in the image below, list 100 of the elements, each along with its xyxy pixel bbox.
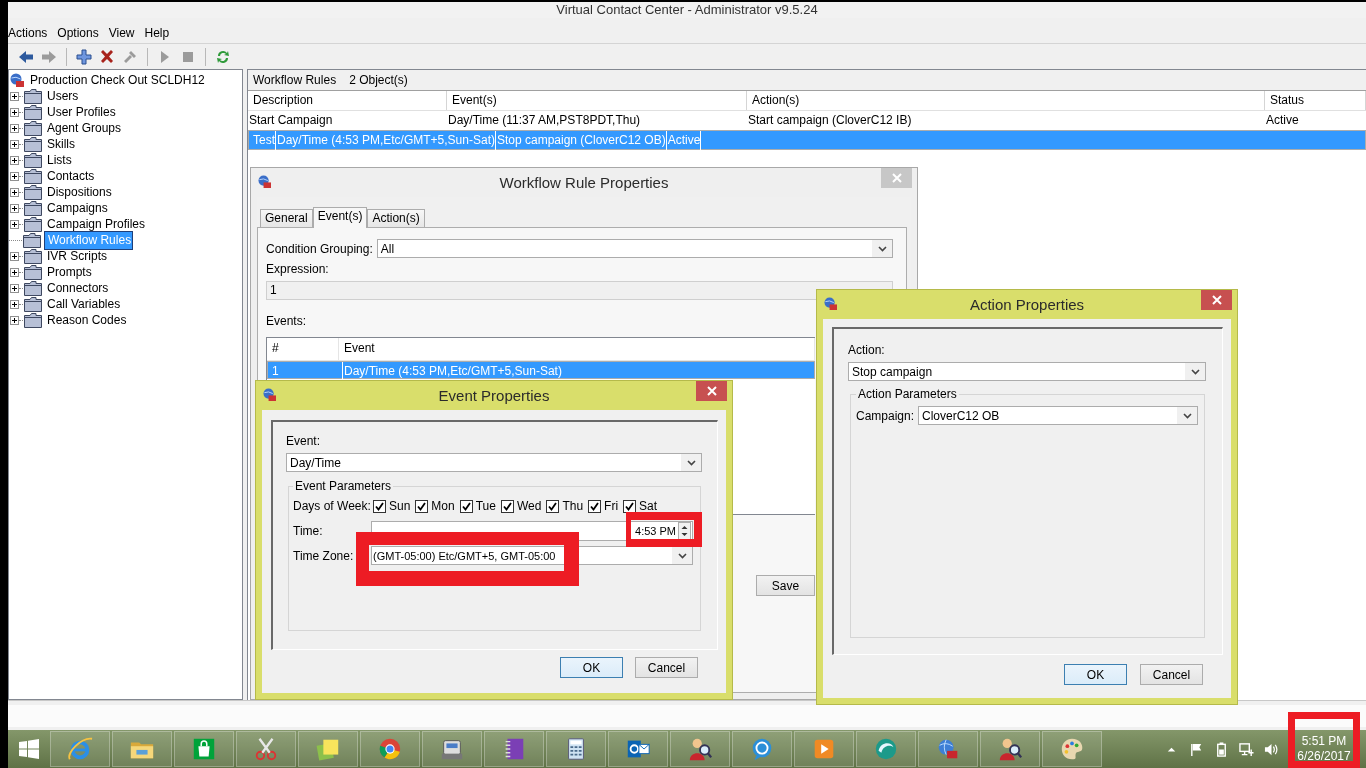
folder-icon <box>24 88 42 104</box>
menu-item[interactable]: Actions <box>8 24 52 41</box>
tree-item[interactable]: Skills <box>45 136 77 152</box>
tree-item[interactable]: IVR Scripts <box>45 248 109 264</box>
menu-item[interactable]: Options <box>53 24 103 41</box>
taskbar-button[interactable] <box>980 731 1040 767</box>
battery-icon[interactable] <box>1214 741 1229 757</box>
taskbar-button[interactable] <box>608 731 668 767</box>
tab[interactable]: Action(s) <box>367 209 425 227</box>
tab[interactable]: General <box>260 209 313 227</box>
taskbar-button[interactable] <box>732 731 792 767</box>
dialog-button[interactable]: OK <box>1064 664 1127 685</box>
taskbar-button[interactable] <box>360 731 420 767</box>
clock-time: 5:51 PM <box>1301 734 1347 749</box>
tree-item[interactable]: Contacts <box>45 168 97 184</box>
checkbox[interactable] <box>459 499 473 513</box>
dialog-button[interactable]: OK <box>560 657 623 678</box>
dialog-button[interactable]: Cancel <box>1140 664 1203 685</box>
expand-icon[interactable] <box>10 139 19 149</box>
tree-item[interactable]: User Profiles <box>45 104 118 120</box>
taskbar-button[interactable] <box>422 731 482 767</box>
checkbox[interactable] <box>415 499 429 513</box>
column-header[interactable]: Status <box>1265 91 1366 110</box>
tree-item[interactable]: Call Variables <box>45 296 123 312</box>
tab[interactable]: Event(s) <box>312 207 368 228</box>
expand-icon[interactable] <box>10 107 19 117</box>
taskbar-button[interactable] <box>918 731 978 767</box>
expand-icon[interactable] <box>10 187 19 197</box>
expand-icon[interactable] <box>10 203 19 213</box>
expand-icon[interactable] <box>10 171 19 181</box>
expand-icon[interactable] <box>10 155 19 165</box>
checkbox[interactable] <box>373 499 386 513</box>
taskbar-button[interactable] <box>484 731 544 767</box>
dialog-button[interactable]: Cancel <box>635 657 698 678</box>
segmented-circle-icon <box>377 736 403 762</box>
checkbox[interactable] <box>588 499 602 513</box>
close-button[interactable] <box>696 381 727 401</box>
delete-icon[interactable] <box>99 48 115 65</box>
tree-item[interactable]: Dispositions <box>45 184 114 200</box>
column-header[interactable]: Action(s) <box>747 91 1265 110</box>
dialog-title: Action Properties <box>969 295 1085 315</box>
taskbar-button[interactable] <box>298 731 358 767</box>
tree-item[interactable]: Prompts <box>45 264 94 280</box>
volume-icon[interactable] <box>1264 741 1279 757</box>
taskbar-button[interactable] <box>112 731 172 767</box>
expand-icon[interactable] <box>10 283 19 293</box>
checkbox[interactable] <box>623 499 637 513</box>
column-header[interactable]: # <box>267 338 339 360</box>
tree-item[interactable]: Connectors <box>45 280 111 296</box>
menu-item[interactable]: Help <box>140 24 174 41</box>
dropdown[interactable]: CloverC12 OB <box>918 406 1198 425</box>
column-header[interactable]: Description <box>248 91 447 110</box>
dropdown[interactable]: (GMT-05:00) Etc/GMT+5, GMT-05:00 <box>371 546 693 565</box>
globe-icon <box>10 73 24 87</box>
table-row[interactable]: Start Campaign Day/Time (11:37 AM,PST8PDT,Thu) Start campaign (CloverC12 IB) Active <box>248 111 1366 130</box>
dropdown[interactable]: Day/Time <box>286 453 702 472</box>
expand-icon[interactable] <box>10 315 19 325</box>
checkbox-label: Thu <box>562 499 584 513</box>
tree-item[interactable]: Campaign Profiles <box>45 216 148 232</box>
tree-item[interactable]: Reason Codes <box>45 312 129 328</box>
flag-icon[interactable] <box>1189 741 1204 757</box>
taskbar-button[interactable] <box>174 731 234 767</box>
menu-item[interactable]: View <box>104 24 139 41</box>
checkbox[interactable] <box>500 499 514 513</box>
taskbar-button[interactable] <box>546 731 606 767</box>
dialog-button[interactable]: Save <box>756 575 815 596</box>
refresh-icon[interactable] <box>215 48 231 65</box>
network-icon[interactable] <box>1239 741 1254 757</box>
tree-item[interactable]: Users <box>45 88 81 104</box>
expand-icon[interactable] <box>10 251 19 261</box>
tree-item[interactable]: Lists <box>45 152 74 168</box>
close-button[interactable] <box>1201 290 1232 310</box>
spin-button[interactable] <box>678 522 691 540</box>
expand-icon[interactable] <box>10 299 19 309</box>
table-cell: Day/Time (4:53 PM,Etc/GMT+5,Sun-Sat) <box>276 130 496 150</box>
chevron-down-icon <box>678 552 687 559</box>
panel-title: Workflow Rules <box>253 73 337 87</box>
chevron-down-icon <box>687 459 696 466</box>
expand-icon[interactable] <box>10 91 19 101</box>
close-icon <box>1211 295 1222 305</box>
tree-root[interactable]: Production Check Out SCLDH12 <box>28 72 207 88</box>
chevron-down-icon <box>1183 412 1192 419</box>
expand-icon[interactable] <box>10 123 19 133</box>
column-header[interactable]: Event <box>339 338 815 360</box>
plus-icon[interactable] <box>76 48 92 65</box>
expand-icon[interactable] <box>10 267 19 277</box>
back-arrow-icon[interactable] <box>18 48 34 65</box>
taskbar-button[interactable] <box>670 731 730 767</box>
tree-item[interactable]: Campaigns <box>45 200 110 216</box>
expand-icon[interactable] <box>10 219 19 229</box>
dropdown[interactable]: All <box>376 239 893 258</box>
tree-item[interactable]: Agent Groups <box>45 120 124 136</box>
expression-field[interactable]: 1 <box>266 281 893 300</box>
field-label: Time: <box>293 524 324 538</box>
taskbar-button[interactable] <box>1042 731 1102 767</box>
field-label: Event: <box>286 434 321 448</box>
checkbox[interactable] <box>546 499 560 513</box>
dropdown[interactable]: Stop campaign <box>848 362 1206 381</box>
column-header[interactable]: Event(s) <box>447 91 747 110</box>
taskbar-button[interactable] <box>236 731 296 767</box>
